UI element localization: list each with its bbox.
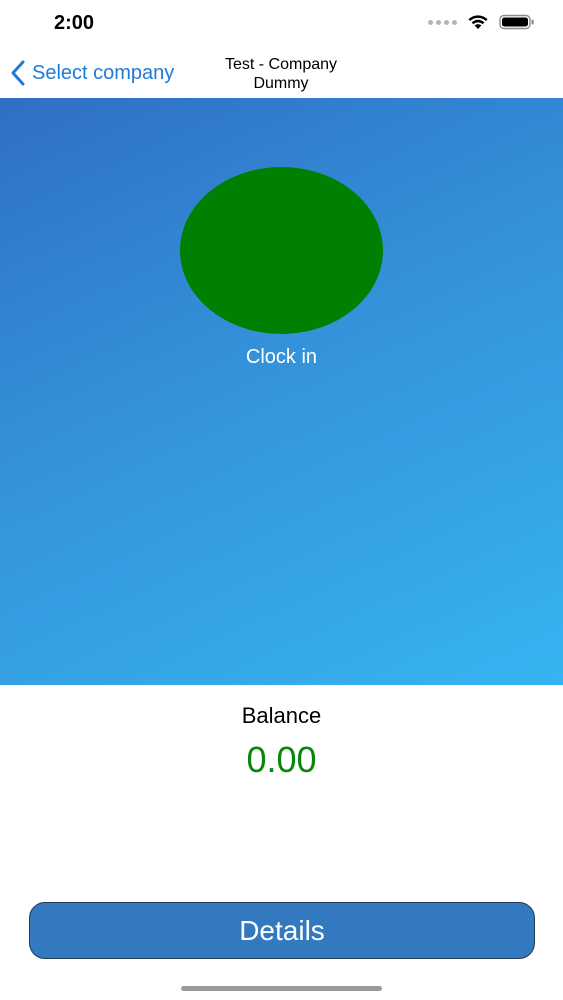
wifi-icon [468,15,488,29]
status-time: 2:00 [54,12,95,34]
balance-value: 0.00 [246,739,317,780]
balance-label: Balance [241,703,322,728]
back-button-label: Select company [32,61,175,84]
page-title: Test - Company Dummy [224,56,338,92]
signal-icon [428,19,457,25]
clock-in-button[interactable] [180,167,383,334]
back-button[interactable]: Select company [10,58,174,88]
clock-in-label: Clock in [245,346,318,368]
battery-icon [499,14,534,30]
navigation-bar: Select company Test - Company Dummy [0,48,563,98]
clock-panel: Clock in [0,98,563,685]
screen: 2:00 Select company Test - Company Dummy… [0,0,563,1000]
status-icons [428,14,535,30]
home-indicator[interactable] [181,986,382,991]
status-bar: 2:00 [0,0,563,48]
details-button[interactable]: Details [29,902,535,959]
chevron-left-icon [11,60,25,86]
